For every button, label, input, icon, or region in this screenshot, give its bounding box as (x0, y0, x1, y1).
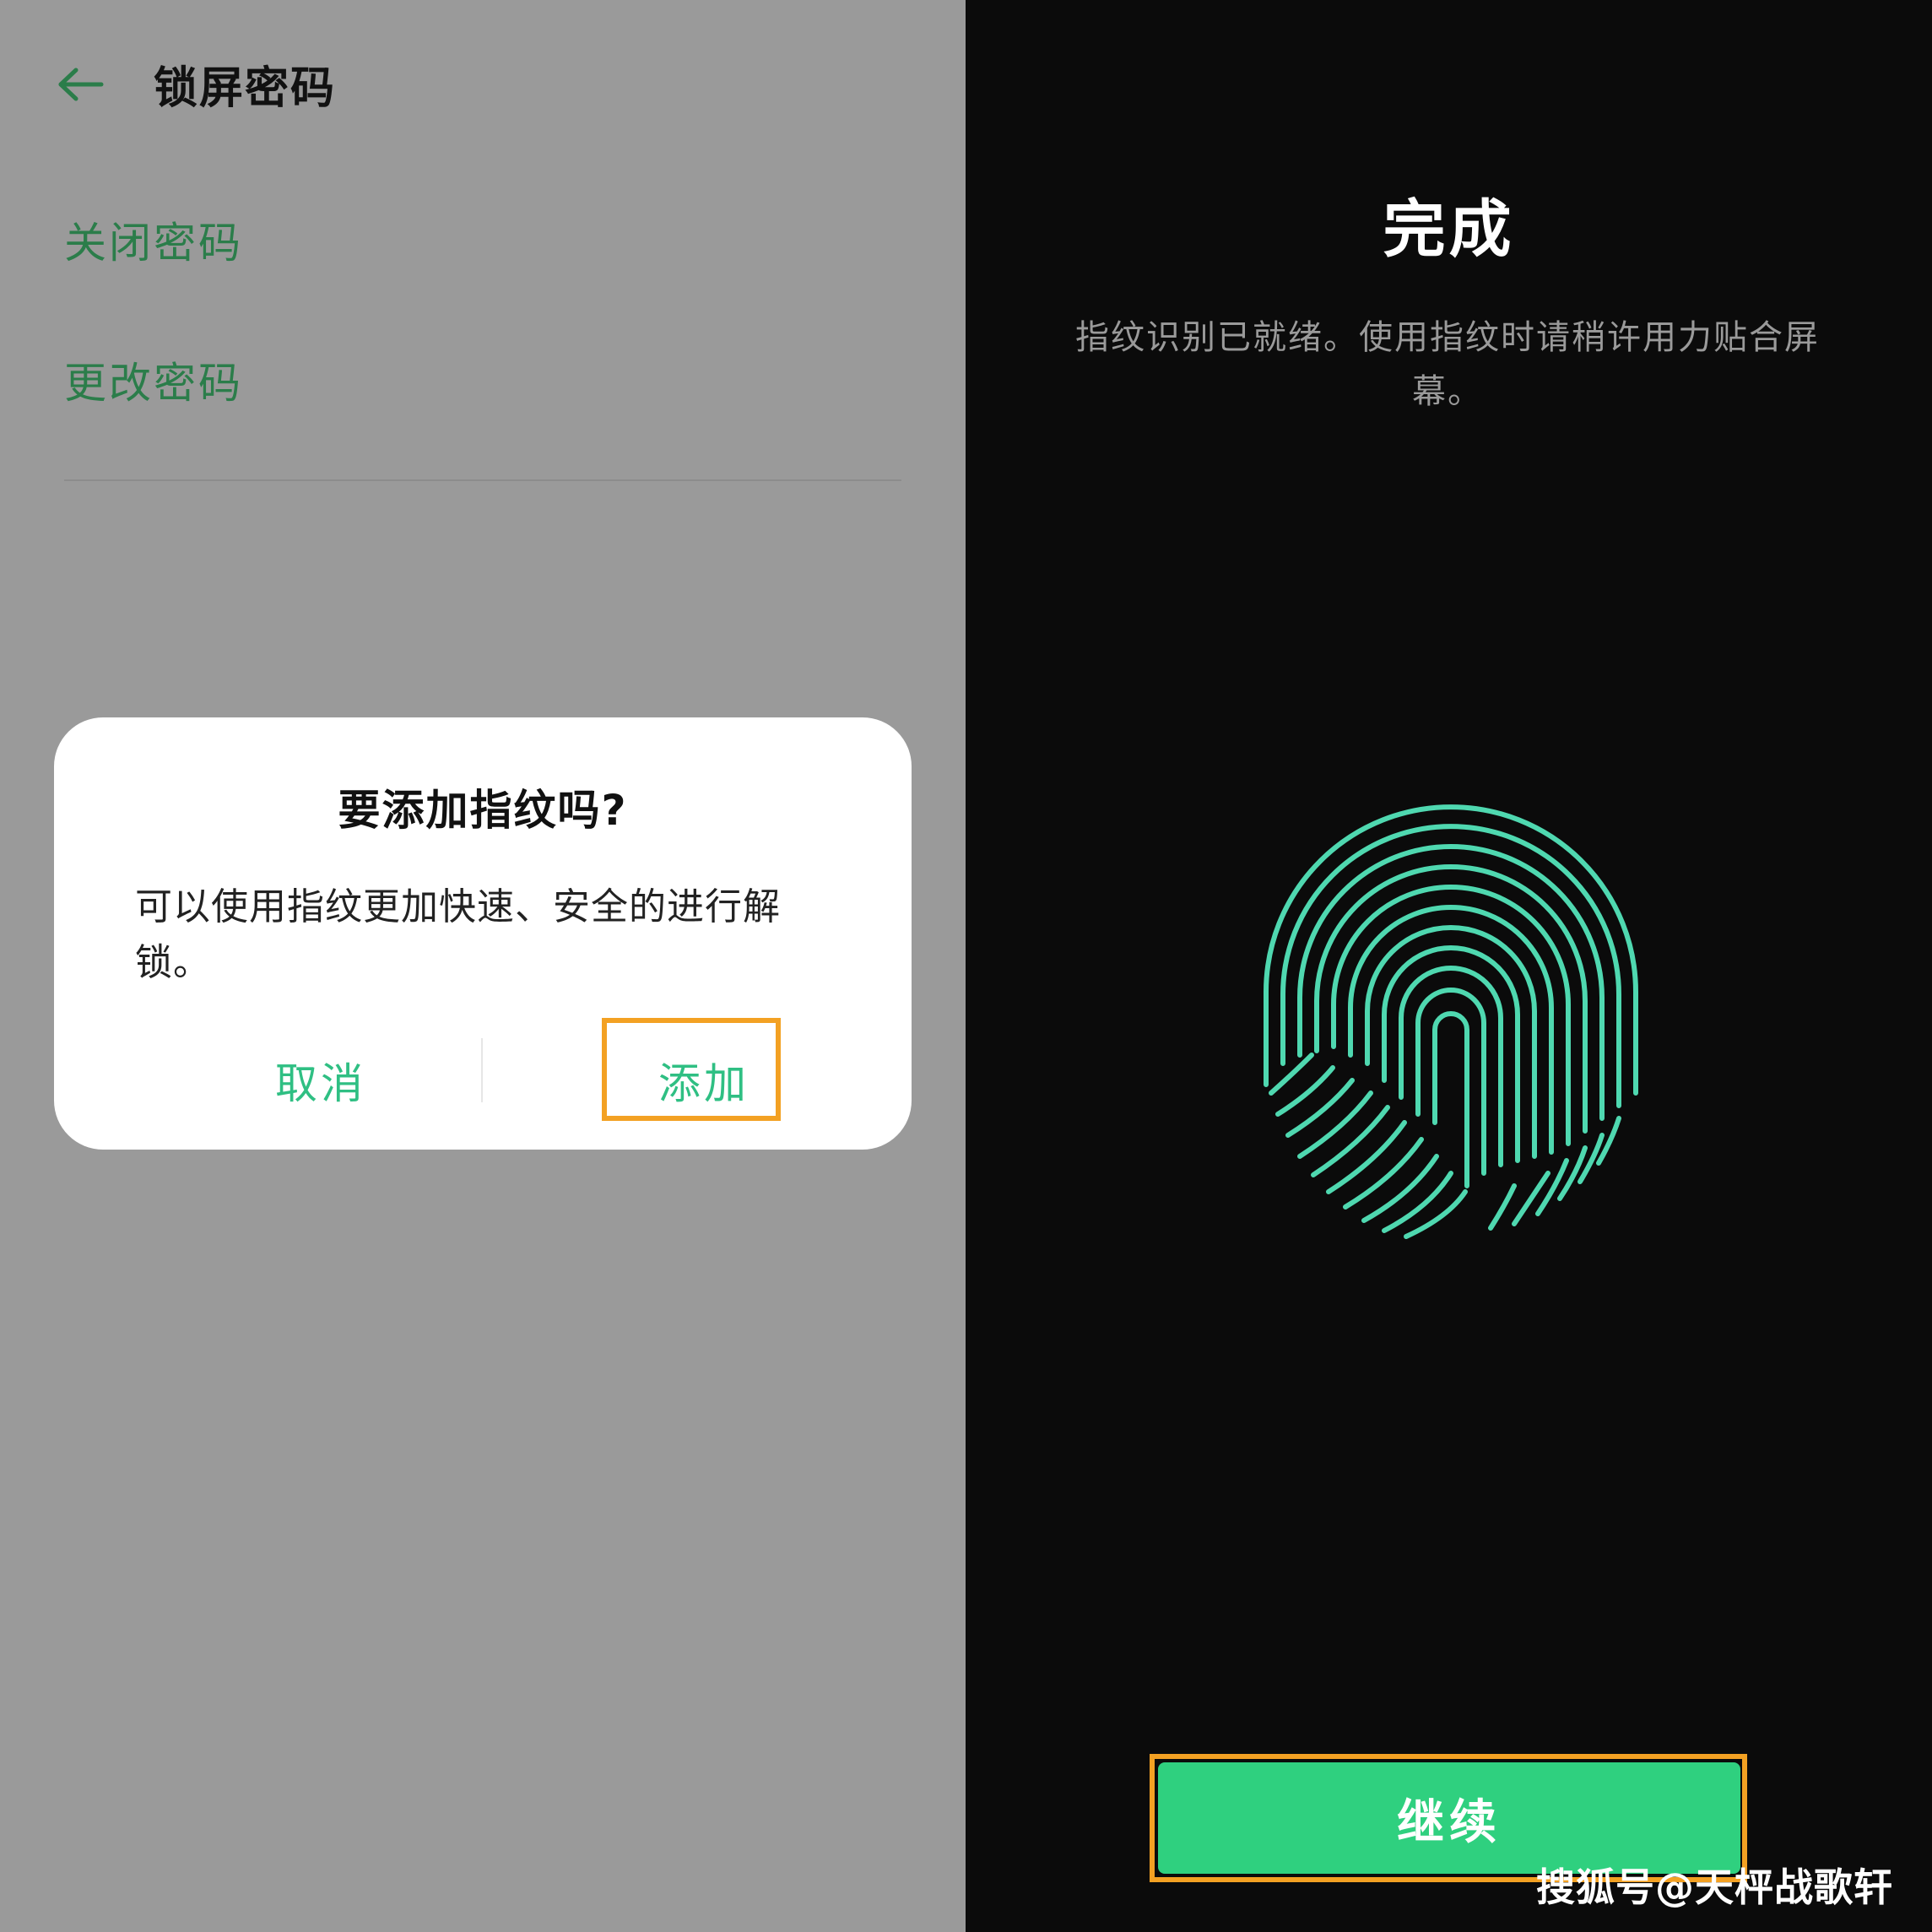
watermark: 搜狐号@天枰战歌轩 (1536, 1864, 1893, 1910)
add-button-highlight (602, 1018, 781, 1121)
add-fingerprint-dialog: 要添加指纹吗? 可以使用指纹更加快速、安全的进行解锁。 取消 添加 (54, 717, 912, 1150)
done-description: 指纹识别已就绪。使用指纹时请稍许用力贴合屏幕。 (1075, 318, 1820, 411)
dialog-message: 可以使用指纹更加快速、安全的进行解锁。 (135, 885, 781, 984)
dialog-title: 要添加指纹吗? (338, 786, 628, 835)
top-bar: 锁屏密码 (0, 34, 966, 135)
page-title: 锁屏密码 (154, 63, 337, 114)
back-button[interactable] (52, 61, 110, 111)
cancel-button[interactable]: 取消 (219, 1038, 422, 1123)
fingerprint-done-panel: 完成 指纹识别已就绪。使用指纹时请稍许用力贴合屏幕。 继续 (966, 0, 1932, 1932)
arrow-left-icon (57, 68, 105, 105)
done-title: 完成 (1383, 193, 1515, 266)
change-password-item[interactable]: 更改密码 (64, 349, 243, 410)
fingerprint-icon (1261, 802, 1641, 1241)
divider (64, 479, 901, 481)
lock-screen-password-panel: 锁屏密码 关闭密码 更改密码 要添加指纹吗? 可以使用指纹更加快速、安全的进行解… (0, 0, 966, 1932)
button-separator (481, 1038, 483, 1102)
turn-off-password-item[interactable]: 关闭密码 (64, 209, 243, 270)
